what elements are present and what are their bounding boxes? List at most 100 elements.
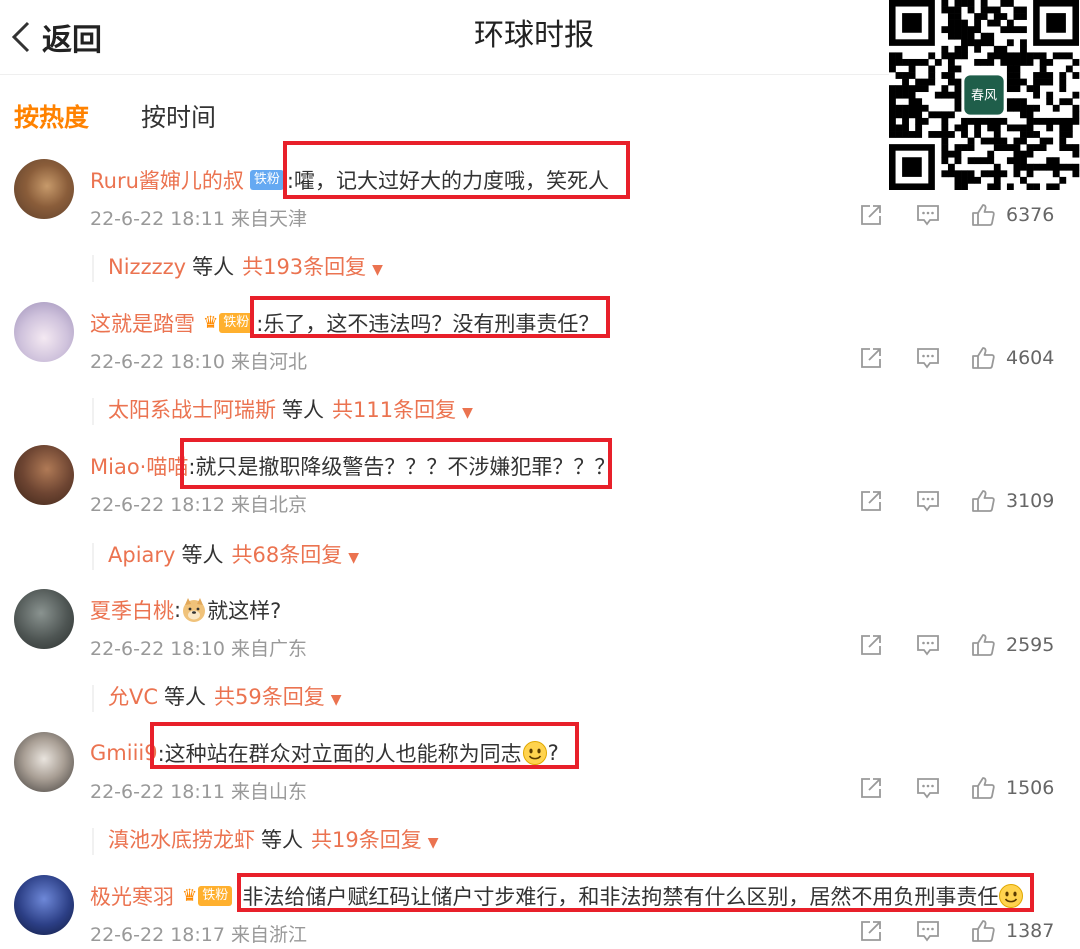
caret-down-icon[interactable]: ▼ bbox=[331, 692, 342, 708]
comment-actions: 3109 bbox=[858, 486, 1054, 516]
username[interactable]: Ruru酱婶儿的叔 bbox=[90, 165, 244, 195]
reply-summary[interactable]: 允VC 等人 共59条回复 ▼ bbox=[92, 685, 342, 712]
comment-text: :嚯，记大过好大的力度哦，笑死人 bbox=[286, 169, 609, 193]
comment-item: 夏季白桃: 就这样? 22-6-22 18:10 来自广东 2595 允VC 等人… bbox=[0, 589, 1080, 719]
comment-actions: 1387 bbox=[858, 916, 1054, 946]
share-button[interactable] bbox=[858, 345, 884, 371]
caret-down-icon[interactable]: ▼ bbox=[428, 835, 439, 851]
like-button[interactable]: 4604 bbox=[970, 345, 1054, 371]
comment-line: 极光寒羽 ♛ 铁粉 :非法给储户赋红码让储户寸步难行，和非法拘禁有什么区别，居然… bbox=[90, 881, 1024, 911]
username[interactable]: 极光寒羽 bbox=[90, 881, 174, 911]
comment-text: :非法给储户赋红码让储户寸步难行，和非法拘禁有什么区别，居然不用负刑事责任 bbox=[235, 885, 999, 909]
username[interactable]: 这就是踏雪 bbox=[90, 308, 195, 338]
timestamp: 22-6-22 18:10 来自河北 bbox=[90, 351, 307, 373]
avatar[interactable] bbox=[14, 875, 74, 935]
timestamp: 22-6-22 18:12 来自北京 bbox=[90, 494, 307, 516]
comment-line: 这就是踏雪 ♛ 铁粉 :乐了，这不违法吗？没有刑事责任？ bbox=[90, 308, 599, 338]
thumbs-up-icon bbox=[972, 347, 995, 369]
caret-down-icon[interactable]: ▼ bbox=[462, 405, 473, 421]
doge-emoji-icon bbox=[183, 598, 206, 622]
share-button[interactable] bbox=[858, 202, 884, 228]
comment-actions: 6376 bbox=[858, 200, 1054, 230]
reply-others-label: 等人 bbox=[261, 828, 303, 852]
like-button[interactable]: 1506 bbox=[970, 775, 1054, 801]
reply-username[interactable]: 太阳系战士阿瑞斯 bbox=[108, 398, 276, 422]
thumbs-up-icon bbox=[972, 490, 995, 512]
comment-actions: 1506 bbox=[858, 773, 1054, 803]
thumbs-up-icon bbox=[972, 920, 995, 942]
reply-count[interactable]: 共59条回复 bbox=[214, 685, 325, 709]
reply-others-label: 等人 bbox=[164, 685, 207, 709]
share-icon bbox=[861, 635, 881, 655]
comment-button[interactable] bbox=[915, 202, 941, 228]
thumbs-up-icon bbox=[972, 777, 995, 799]
comment-button[interactable] bbox=[915, 775, 941, 801]
comment-icon bbox=[917, 205, 939, 226]
comment-text: 就这样? bbox=[207, 599, 282, 623]
caret-down-icon[interactable]: ▼ bbox=[372, 262, 383, 278]
tab-sort-hot[interactable]: 按热度 bbox=[14, 98, 89, 134]
share-icon bbox=[861, 921, 881, 941]
username[interactable]: Miao·喵喵 bbox=[90, 451, 188, 481]
reply-username[interactable]: 滇池水底捞龙虾 bbox=[108, 828, 255, 852]
fan-badge: 铁粉 bbox=[219, 313, 254, 333]
username[interactable]: 夏季白桃 bbox=[90, 595, 174, 625]
reply-summary[interactable]: Nizzzzy 等人 共193条回复 ▼ bbox=[92, 255, 383, 282]
like-button[interactable]: 2595 bbox=[970, 632, 1054, 658]
crown-icon: ♛ bbox=[203, 313, 219, 333]
fan-badge: 铁粉 bbox=[198, 886, 233, 906]
like-count: 1387 bbox=[1006, 920, 1055, 942]
comment-button[interactable] bbox=[915, 918, 941, 944]
share-button[interactable] bbox=[858, 775, 884, 801]
comment-item: Ruru酱婶儿的叔 铁粉 :嚯，记大过好大的力度哦，笑死人 22-6-22 18… bbox=[0, 159, 1080, 289]
share-button[interactable] bbox=[858, 488, 884, 514]
share-button[interactable] bbox=[858, 918, 884, 944]
thumbs-up-icon bbox=[972, 634, 995, 656]
comment-line: Miao·喵喵 :就只是撤职降级警告？？？不涉嫌犯罪？？？ bbox=[90, 451, 615, 481]
reply-username[interactable]: Apiary bbox=[108, 543, 175, 567]
reply-summary[interactable]: 太阳系战士阿瑞斯 等人 共111条回复 ▼ bbox=[92, 398, 473, 425]
crown-icon: ♛ bbox=[182, 886, 198, 906]
comment-button[interactable] bbox=[915, 632, 941, 658]
comment-button[interactable] bbox=[915, 345, 941, 371]
avatar[interactable] bbox=[14, 732, 74, 792]
reply-username[interactable]: Nizzzzy bbox=[108, 255, 186, 279]
reply-count[interactable]: 共19条回复 bbox=[311, 828, 422, 852]
username[interactable]: Gmiii9 bbox=[90, 741, 158, 765]
reply-count[interactable]: 共111条回复 bbox=[332, 398, 456, 422]
like-count: 6376 bbox=[1006, 204, 1055, 226]
avatar[interactable] bbox=[14, 445, 74, 505]
reply-others-label: 等人 bbox=[192, 255, 235, 279]
reply-others-label: 等人 bbox=[181, 543, 224, 567]
like-count: 2595 bbox=[1006, 634, 1055, 656]
like-button[interactable]: 3109 bbox=[970, 488, 1054, 514]
comment-item: 极光寒羽 ♛ 铁粉 :非法给储户赋红码让储户寸步难行，和非法拘禁有什么区别，居然… bbox=[0, 875, 1080, 949]
tab-sort-time[interactable]: 按时间 bbox=[141, 98, 216, 134]
comment-text: :这种站在群众对立面的人也能称为同志 bbox=[157, 742, 522, 766]
like-button[interactable]: 1387 bbox=[970, 918, 1054, 944]
timestamp: 22-6-22 18:10 来自广东 bbox=[90, 638, 307, 660]
like-count: 4604 bbox=[1006, 347, 1055, 369]
comment-button[interactable] bbox=[915, 488, 941, 514]
avatar[interactable] bbox=[14, 159, 74, 219]
reply-username[interactable]: 允VC bbox=[108, 685, 158, 709]
reply-summary[interactable]: 滇池水底捞龙虾 等人 共19条回复 ▼ bbox=[92, 828, 439, 855]
header-divider bbox=[0, 74, 890, 75]
comment-line: Ruru酱婶儿的叔 铁粉 :嚯，记大过好大的力度哦，笑死人 bbox=[90, 165, 609, 195]
thumbs-up-icon bbox=[972, 204, 995, 226]
reply-count[interactable]: 共68条回复 bbox=[231, 543, 342, 567]
avatar[interactable] bbox=[14, 302, 74, 362]
timestamp: 22-6-22 18:11 来自天津 bbox=[90, 208, 307, 230]
avatar[interactable] bbox=[14, 589, 74, 649]
reply-summary[interactable]: Apiary 等人 共68条回复 ▼ bbox=[92, 543, 359, 570]
caret-down-icon[interactable]: ▼ bbox=[348, 550, 359, 566]
share-icon bbox=[861, 778, 881, 798]
reply-count[interactable]: 共193条回复 bbox=[242, 255, 366, 279]
share-button[interactable] bbox=[858, 632, 884, 658]
comment-icon bbox=[917, 635, 939, 656]
like-count: 3109 bbox=[1006, 490, 1055, 512]
like-button[interactable]: 6376 bbox=[970, 202, 1054, 228]
like-count: 1506 bbox=[1006, 777, 1055, 799]
reply-others-label: 等人 bbox=[282, 398, 324, 422]
comment-actions: 2595 bbox=[858, 630, 1054, 660]
